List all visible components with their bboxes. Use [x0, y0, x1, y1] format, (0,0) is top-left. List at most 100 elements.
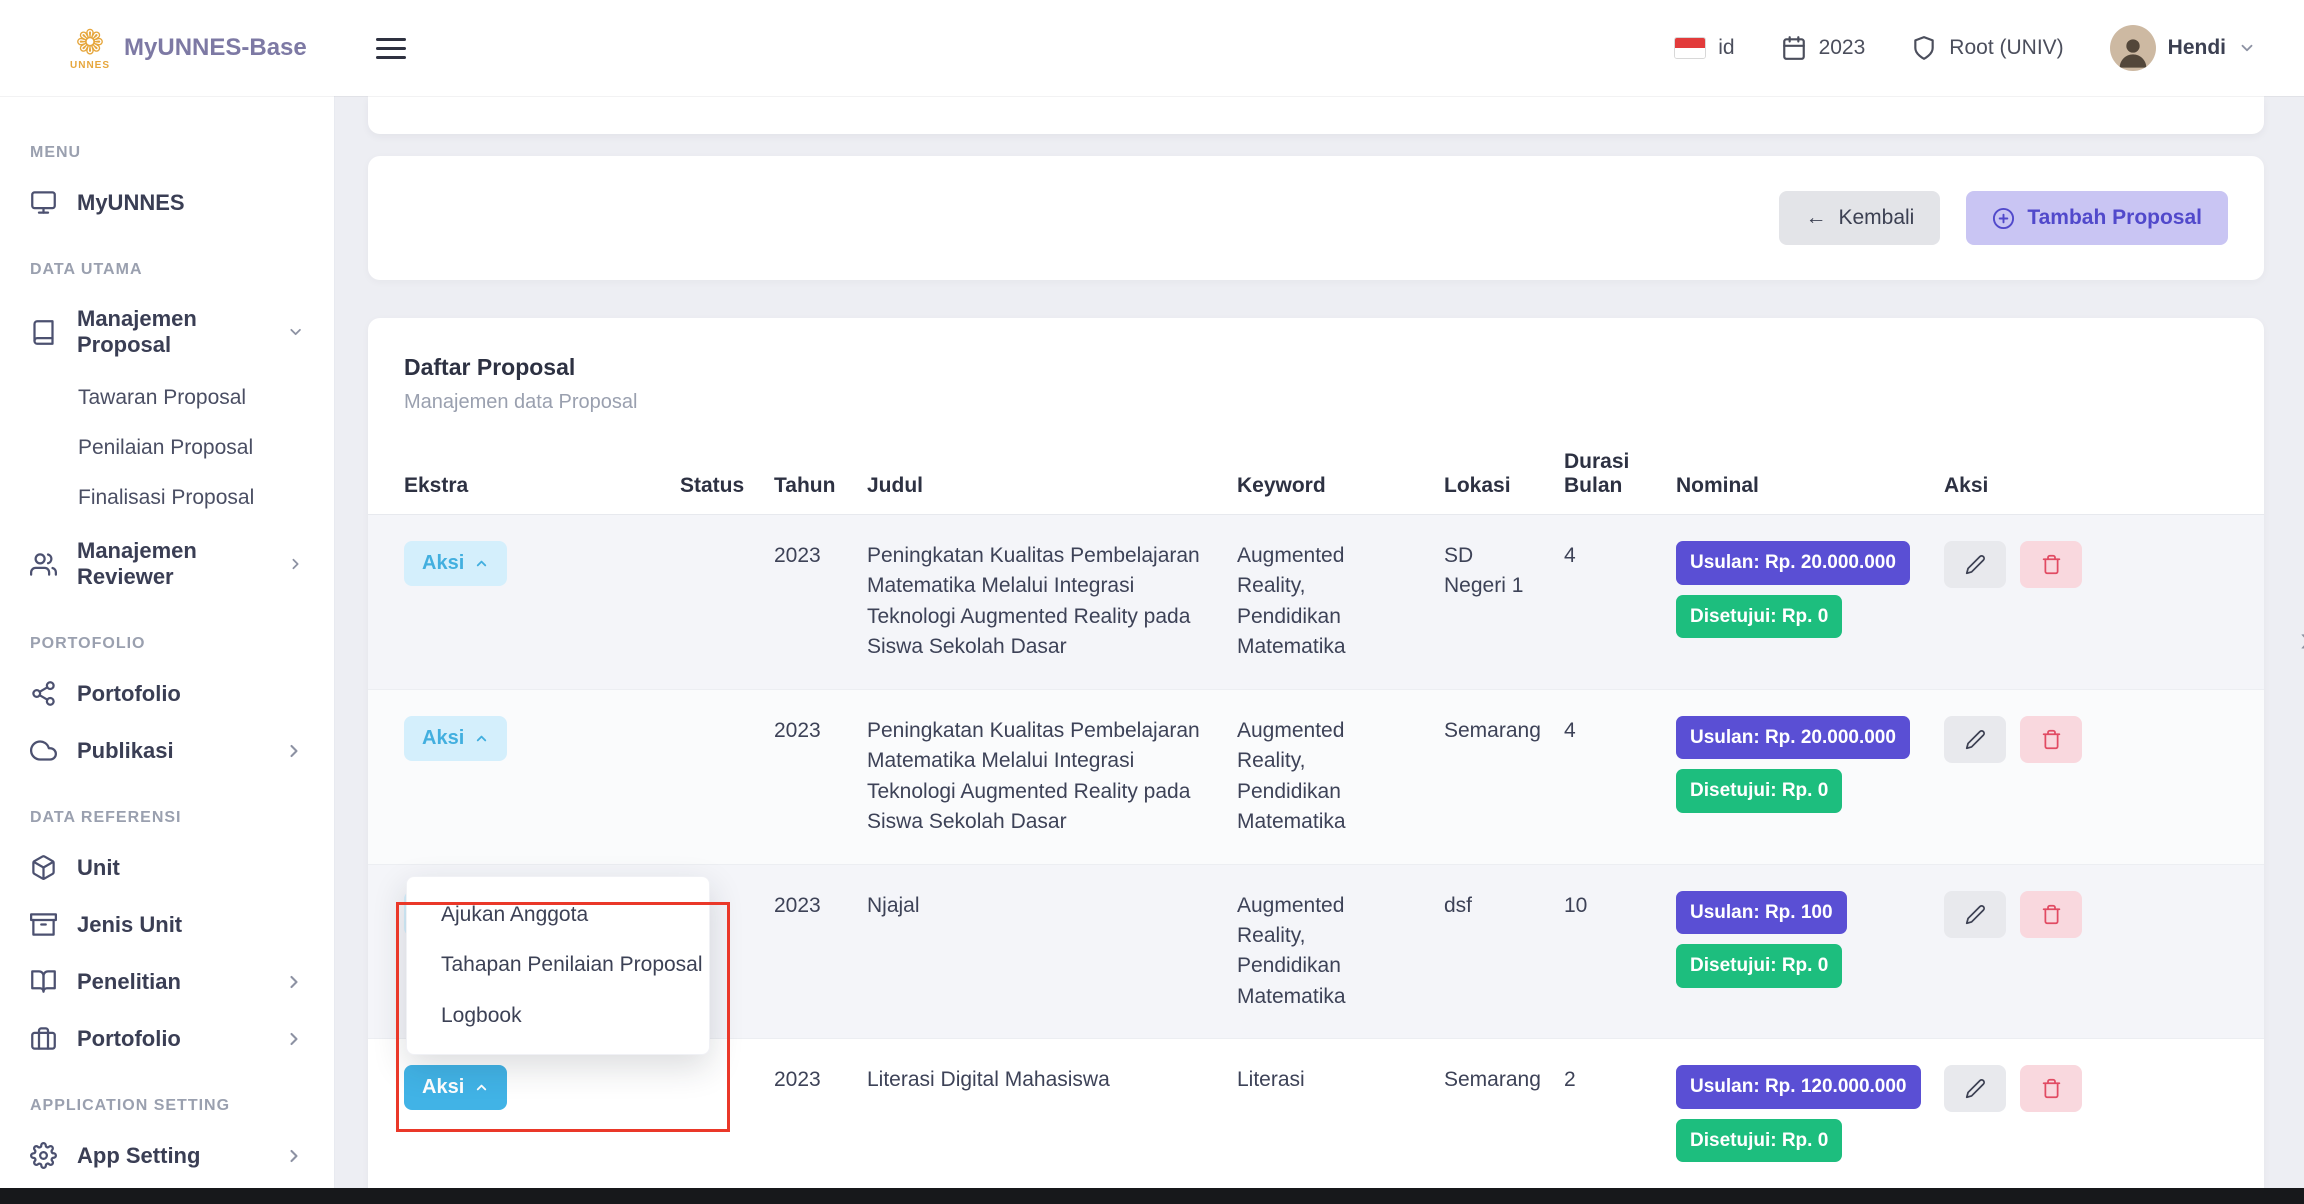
aksi-cell [1944, 891, 2228, 938]
header-lokasi: Lokasi [1444, 474, 1564, 498]
scroll-right-icon[interactable]: › [2300, 618, 2304, 660]
chevron-right-icon [284, 972, 304, 992]
brand[interactable]: ❁ UNNES MyUNNES-Base [0, 26, 334, 71]
share-icon [30, 680, 57, 707]
section-application-setting: APPLICATION SETTING [0, 1067, 334, 1127]
aksi-dropdown-menu: Ajukan Anggota Tahapan Penilaian Proposa… [406, 876, 710, 1055]
delete-button[interactable] [2020, 1065, 2082, 1112]
users-icon [30, 551, 57, 578]
language-selector[interactable]: id [1674, 36, 1734, 60]
section-data-referensi: DATA REFERENSI [0, 779, 334, 839]
aksi-cell [1944, 541, 2228, 588]
sidebar-subitem-finalisasi-proposal[interactable]: Finalisasi Proposal [0, 473, 334, 523]
edit-button[interactable] [1944, 891, 2006, 938]
header-aksi: Aksi [1944, 474, 2228, 498]
sidebar-item-manajemen-proposal[interactable]: Manajemen Proposal [0, 291, 334, 373]
disetujui-badge: Disetujui: Rp. 0 [1676, 595, 1842, 639]
durasi-cell: 2 [1564, 1065, 1676, 1095]
hamburger-menu-icon[interactable] [376, 32, 406, 65]
avatar [2110, 25, 2156, 71]
chevron-right-icon [284, 1029, 304, 1049]
delete-button[interactable] [2020, 716, 2082, 763]
sidebar-item-manajemen-reviewer[interactable]: Manajemen Reviewer [0, 523, 334, 605]
usulan-badge: Usulan: Rp. 20.000.000 [1676, 716, 1910, 760]
sidebar-subitem-penilaian-proposal[interactable]: Penilaian Proposal [0, 423, 334, 473]
keyword-cell: Augmented Reality, Pendidikan Matematika [1237, 716, 1444, 838]
tambah-proposal-button[interactable]: Tambah Proposal [1966, 191, 2228, 245]
scrolled-card-remnant [368, 96, 2264, 134]
header-tahun: Tahun [774, 474, 867, 498]
gear-icon [30, 1142, 57, 1169]
main-content: ← Kembali Tambah Proposal Daftar Proposa… [334, 96, 2304, 1204]
pencil-icon [1965, 554, 1986, 575]
unit-icon [30, 854, 57, 881]
aksi-dropdown-button-open[interactable]: Aksi [404, 1065, 507, 1110]
delete-button[interactable] [2020, 891, 2082, 938]
app-title: MyUNNES-Base [124, 34, 307, 62]
calendar-icon [1781, 35, 1807, 61]
chevron-right-icon [284, 741, 304, 761]
menu-item-logbook[interactable]: Logbook [407, 991, 709, 1041]
lokasi-cell: Semarang [1444, 716, 1564, 746]
unnes-logo-icon: ❁ UNNES [70, 26, 110, 71]
edit-button[interactable] [1944, 541, 2006, 588]
lokasi-cell: Semarang [1444, 1065, 1564, 1095]
daftar-proposal-card: Daftar Proposal Manajemen data Proposal … [368, 318, 2264, 1204]
sidebar-item-app-setting[interactable]: App Setting [0, 1127, 334, 1184]
role-label: Root (UNIV) [1949, 36, 2063, 60]
header-judul: Judul [867, 474, 1237, 498]
table-row: Ajukan Anggota Tahapan Penilaian Proposa… [368, 1039, 2264, 1189]
chevron-right-icon [287, 554, 304, 574]
nominal-cell: Usulan: Rp. 120.000.000 Disetujui: Rp. 0 [1676, 1065, 1944, 1162]
chevron-down-icon [287, 322, 304, 342]
edit-button[interactable] [1944, 716, 2006, 763]
section-portofolio: PORTOFOLIO [0, 605, 334, 665]
toolbar-card: ← Kembali Tambah Proposal [368, 156, 2264, 280]
sidebar-item-jenis-unit[interactable]: Jenis Unit [0, 896, 334, 953]
trash-icon [2041, 554, 2062, 575]
trash-icon [2041, 729, 2062, 750]
sidebar-item-penelitian[interactable]: Penelitian [0, 953, 334, 1010]
table-row: Aksi 2023 Peningkatan Kualitas Pembelaja… [368, 515, 2264, 690]
aksi-cell [1944, 716, 2228, 763]
page-subtitle: Manajemen data Proposal [404, 391, 2228, 414]
sidebar-item-myunnes[interactable]: MyUNNES [0, 174, 334, 231]
bottom-bar [0, 1188, 2304, 1204]
edit-button[interactable] [1944, 1065, 2006, 1112]
sidebar-subitem-tawaran-proposal[interactable]: Tawaran Proposal [0, 373, 334, 423]
keyword-cell: Augmented Reality, Pendidikan Matematika [1237, 541, 1444, 663]
menu-item-ajukan-anggota[interactable]: Ajukan Anggota [407, 890, 709, 940]
header-ekstra: Ekstra [404, 474, 680, 498]
archive-icon [30, 911, 57, 938]
user-name: Hendi [2168, 36, 2226, 60]
judul-cell: Peningkatan Kualitas Pembelajaran Matema… [867, 541, 1237, 663]
aksi-dropdown-button[interactable]: Aksi [404, 716, 507, 761]
menu-item-tahapan-penilaian-proposal[interactable]: Tahapan Penilaian Proposal [407, 940, 709, 990]
book-open-icon [30, 968, 57, 995]
keyword-cell: Literasi [1237, 1065, 1444, 1095]
aksi-dropdown-button[interactable]: Aksi [404, 541, 507, 586]
tahun-cell: 2023 [774, 541, 867, 571]
plus-circle-icon [1992, 207, 2015, 230]
monitor-icon [30, 189, 57, 216]
user-menu[interactable]: Hendi [2110, 25, 2256, 71]
chevron-down-icon [2238, 39, 2256, 57]
disetujui-badge: Disetujui: Rp. 0 [1676, 944, 1842, 988]
role-selector[interactable]: Root (UNIV) [1911, 35, 2063, 61]
kembali-button[interactable]: ← Kembali [1779, 191, 1940, 245]
judul-cell: Njajal [867, 891, 1237, 921]
year-selector[interactable]: 2023 [1781, 35, 1866, 61]
lokasi-cell: dsf [1444, 891, 1564, 921]
usulan-badge: Usulan: Rp. 100 [1676, 891, 1847, 935]
table-header-row: Ekstra Status Tahun Judul Keyword Lokasi… [368, 450, 2264, 515]
table-row: Aksi 2023 Peningkatan Kualitas Pembelaja… [368, 690, 2264, 865]
sidebar-item-publikasi[interactable]: Publikasi [0, 722, 334, 779]
chevron-up-icon [474, 556, 489, 571]
ekstra-cell: Aksi [404, 716, 680, 761]
pencil-icon [1965, 904, 1986, 925]
sidebar-item-unit[interactable]: Unit [0, 839, 334, 896]
sidebar-item-portofolio-referensi[interactable]: Portofolio [0, 1010, 334, 1067]
sidebar-item-portofolio[interactable]: Portofolio [0, 665, 334, 722]
judul-cell: Literasi Digital Mahasiswa [867, 1065, 1237, 1095]
delete-button[interactable] [2020, 541, 2082, 588]
